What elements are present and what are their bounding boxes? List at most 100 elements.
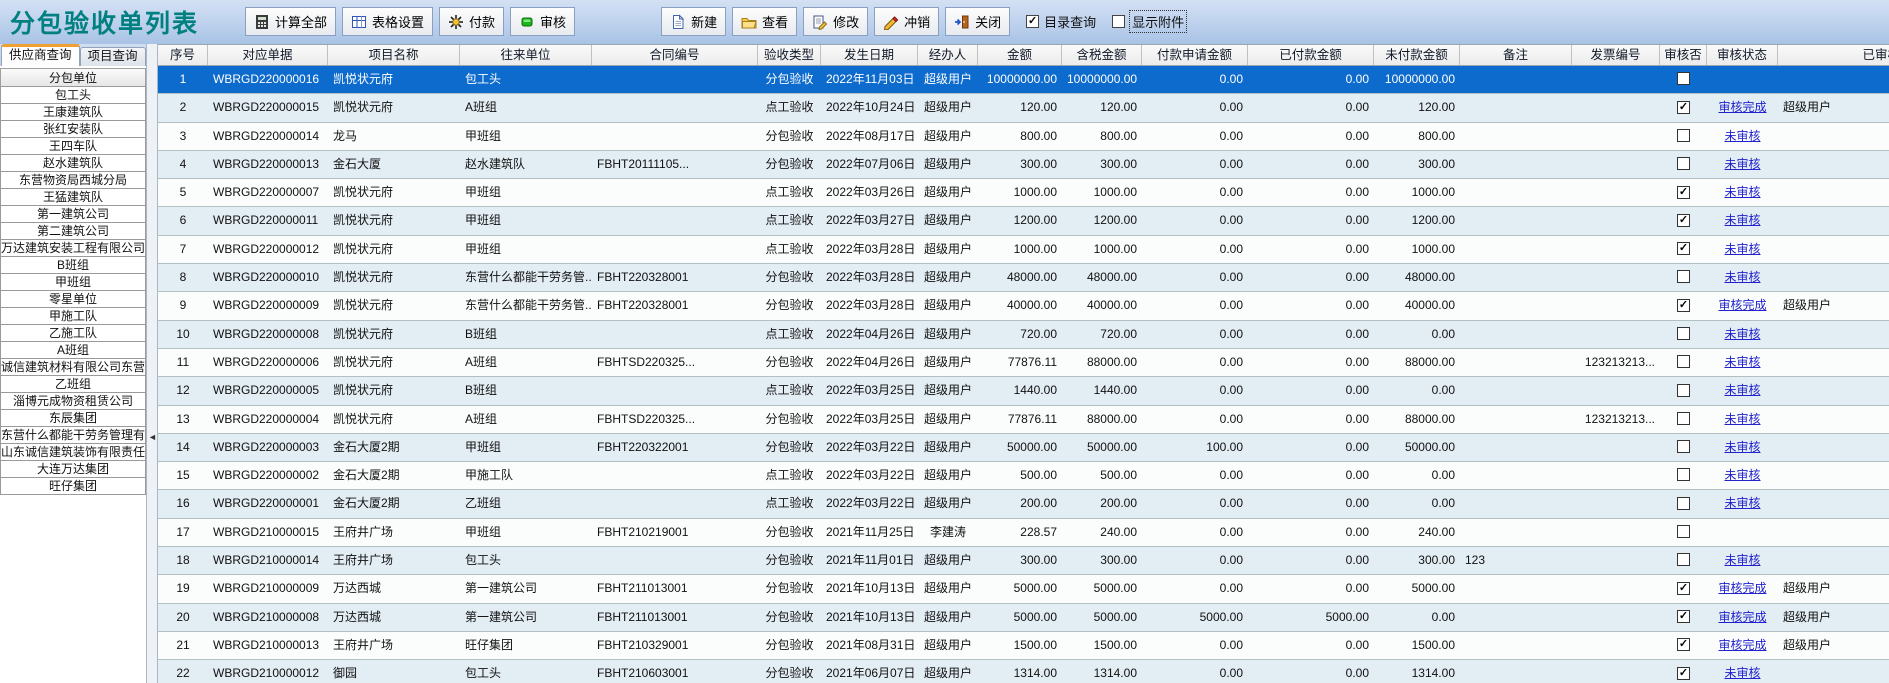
column-header-unit[interactable]: 往来单位 (460, 45, 592, 65)
table-row[interactable]: 19WBRGD210000009万达西城第一建筑公司FBHT211013001分… (158, 575, 1889, 603)
column-header-contract[interactable]: 合同编号 (592, 45, 758, 65)
table-row[interactable]: 5WBRGD220000007凯悦状元府甲班组点工验收2022年03月26日超级… (158, 179, 1889, 207)
catalog-query-checkbox[interactable]: ✓目录查询 (1026, 12, 1096, 31)
sidebar-supplier-item[interactable]: 淄博元成物资租赁公司 (0, 392, 146, 410)
approved-checkbox[interactable] (1677, 129, 1690, 142)
approved-checkbox[interactable] (1677, 384, 1690, 397)
sidebar-supplier-item[interactable]: 张红安装队 (0, 120, 146, 138)
column-header-status[interactable]: 审核状态 (1707, 45, 1778, 65)
audit-status-link[interactable]: 审核完成 (1718, 638, 1766, 652)
table-row[interactable]: 9WBRGD220000009凯悦状元府东营什么都能干劳务管...FBHT220… (158, 292, 1889, 320)
sidebar-supplier-item[interactable]: 王猛建筑队 (0, 188, 146, 206)
audit-status-link[interactable]: 审核完成 (1718, 100, 1766, 114)
sidebar-supplier-item[interactable]: 万达建筑安装工程有限公司 (0, 239, 146, 257)
approved-checkbox[interactable]: ✓ (1677, 299, 1690, 312)
approved-checkbox[interactable] (1677, 355, 1690, 368)
approved-checkbox[interactable] (1677, 525, 1690, 538)
table-row[interactable]: 21WBRGD210000013王府井广场旺仔集团FBHT210329001分包… (158, 632, 1889, 660)
audit-status-link[interactable]: 未审核 (1724, 242, 1760, 256)
sidebar-splitter[interactable]: ◄ (146, 44, 158, 683)
column-header-approved[interactable]: 审核否 (1660, 45, 1707, 65)
table-row[interactable]: 4WBRGD220000013金石大厦赵水建筑队FBHT20111105...分… (158, 151, 1889, 179)
column-header-project[interactable]: 项目名称 (328, 45, 460, 65)
table-row[interactable]: 2WBRGD220000015凯悦状元府A班组点工验收2022年10月24日超级… (158, 94, 1889, 122)
column-header-unpaid[interactable]: 未付款金额 (1374, 45, 1460, 65)
sidebar-supplier-item[interactable]: 东营物资局西城分局 (0, 171, 146, 189)
sidebar-supplier-item[interactable]: 山东诚信建筑装饰有限责任 (0, 443, 146, 461)
writeoff-button[interactable]: 冲销 (874, 7, 939, 36)
table-row[interactable]: 16WBRGD220000001金石大厦2期乙班组点工验收2022年03月22日… (158, 490, 1889, 518)
audit-status-link[interactable]: 未审核 (1724, 129, 1760, 143)
table-row[interactable]: 14WBRGD220000003金石大厦2期甲班组FBHT220322001分包… (158, 434, 1889, 462)
audit-status-link[interactable]: 审核完成 (1718, 298, 1766, 312)
sidebar-supplier-item[interactable]: 乙班组 (0, 375, 146, 393)
sidebar-supplier-item[interactable]: 东营什么都能干劳务管理有 (0, 426, 146, 444)
audit-status-link[interactable]: 未审核 (1724, 185, 1760, 199)
column-header-approver[interactable]: 已审核人 (1778, 45, 1889, 65)
column-header-seq[interactable]: 序号 (158, 45, 208, 65)
audit-status-link[interactable]: 未审核 (1724, 270, 1760, 284)
column-header-type[interactable]: 验收类型 (758, 45, 821, 65)
sidebar-supplier-item[interactable]: 第二建筑公司 (0, 222, 146, 240)
sidebar-supplier-item[interactable]: 王四车队 (0, 137, 146, 155)
new-button[interactable]: 新建 (661, 7, 726, 36)
table-row[interactable]: 6WBRGD220000011凯悦状元府甲班组点工验收2022年03月27日超级… (158, 207, 1889, 235)
column-header-amount[interactable]: 金额 (978, 45, 1062, 65)
table-row[interactable]: 1WBRGD220000016凯悦状元府包工头分包验收2022年11月03日超级… (158, 66, 1889, 94)
sidebar-supplier-item[interactable]: 诚信建筑材料有限公司东营 (0, 358, 146, 376)
approved-checkbox[interactable]: ✓ (1677, 638, 1690, 651)
audit-status-link[interactable]: 审核完成 (1718, 610, 1766, 624)
sidebar-supplier-item[interactable]: 包工头 (0, 86, 146, 104)
approved-checkbox[interactable]: ✓ (1677, 101, 1690, 114)
table-row[interactable]: 12WBRGD220000005凯悦状元府B班组点工验收2022年03月25日超… (158, 377, 1889, 405)
column-header-date[interactable]: 发生日期 (821, 45, 918, 65)
approved-checkbox[interactable] (1677, 412, 1690, 425)
table-row[interactable]: 8WBRGD220000010凯悦状元府东营什么都能干劳务管...FBHT220… (158, 264, 1889, 292)
audit-status-link[interactable]: 未审核 (1724, 412, 1760, 426)
approved-checkbox[interactable]: ✓ (1677, 186, 1690, 199)
approved-checkbox[interactable] (1677, 440, 1690, 453)
column-header-pay_request[interactable]: 付款申请金额 (1142, 45, 1248, 65)
calc-all-button[interactable]: 计算全部 (245, 7, 336, 36)
audit-status-link[interactable]: 审核完成 (1718, 581, 1766, 595)
splitter-collapse-icon[interactable]: ◄ (148, 432, 157, 442)
sidebar-supplier-item[interactable]: 东辰集团 (0, 409, 146, 427)
table-row[interactable]: 13WBRGD220000004凯悦状元府A班组FBHTSD220325...分… (158, 406, 1889, 434)
approved-checkbox[interactable] (1677, 468, 1690, 481)
view-button[interactable]: 查看 (732, 7, 797, 36)
audit-status-link[interactable]: 未审核 (1724, 355, 1760, 369)
sidebar-supplier-item[interactable]: 大连万达集团 (0, 460, 146, 478)
audit-button[interactable]: 审核 (510, 7, 575, 36)
approved-checkbox[interactable] (1677, 497, 1690, 510)
column-header-doc[interactable]: 对应单据 (208, 45, 328, 65)
sidebar-supplier-item[interactable]: 乙施工队 (0, 324, 146, 342)
show-attachment-checkbox[interactable]: 显示附件 (1112, 11, 1186, 32)
audit-status-link[interactable]: 未审核 (1724, 440, 1760, 454)
audit-status-link[interactable]: 未审核 (1724, 157, 1760, 171)
modify-button[interactable]: 修改 (803, 7, 868, 36)
tab-supplier-query[interactable]: 供应商查询 (1, 44, 80, 66)
approved-checkbox[interactable] (1677, 553, 1690, 566)
table-row[interactable]: 20WBRGD210000008万达西城第一建筑公司FBHT211013001分… (158, 604, 1889, 632)
audit-status-link[interactable]: 未审核 (1724, 553, 1760, 567)
sidebar-supplier-item[interactable]: 甲班组 (0, 273, 146, 291)
audit-status-link[interactable]: 未审核 (1724, 468, 1760, 482)
approved-checkbox[interactable] (1677, 327, 1690, 340)
sidebar-supplier-item[interactable]: 赵水建筑队 (0, 154, 146, 172)
table-row[interactable]: 11WBRGD220000006凯悦状元府A班组FBHTSD220325...分… (158, 349, 1889, 377)
approved-checkbox[interactable]: ✓ (1677, 582, 1690, 595)
table-row[interactable]: 17WBRGD210000015王府井广场甲班组FBHT210219001分包验… (158, 519, 1889, 547)
catalog-query-checkbox-box[interactable]: ✓ (1026, 15, 1039, 28)
table-settings-button[interactable]: 表格设置 (342, 7, 433, 36)
audit-status-link[interactable]: 未审核 (1724, 496, 1760, 510)
approved-checkbox[interactable]: ✓ (1677, 214, 1690, 227)
approved-checkbox[interactable] (1677, 72, 1690, 85)
approved-checkbox[interactable]: ✓ (1677, 667, 1690, 680)
table-row[interactable]: 18WBRGD210000014王府井广场包工头分包验收2021年11月01日超… (158, 547, 1889, 575)
approved-checkbox[interactable]: ✓ (1677, 610, 1690, 623)
audit-status-link[interactable]: 未审核 (1724, 213, 1760, 227)
sidebar-supplier-item[interactable]: B班组 (0, 256, 146, 274)
payment-button[interactable]: 付款 (439, 7, 504, 36)
table-row[interactable]: 15WBRGD220000002金石大厦2期甲施工队点工验收2022年03月22… (158, 462, 1889, 490)
sidebar-supplier-item[interactable]: 甲施工队 (0, 307, 146, 325)
